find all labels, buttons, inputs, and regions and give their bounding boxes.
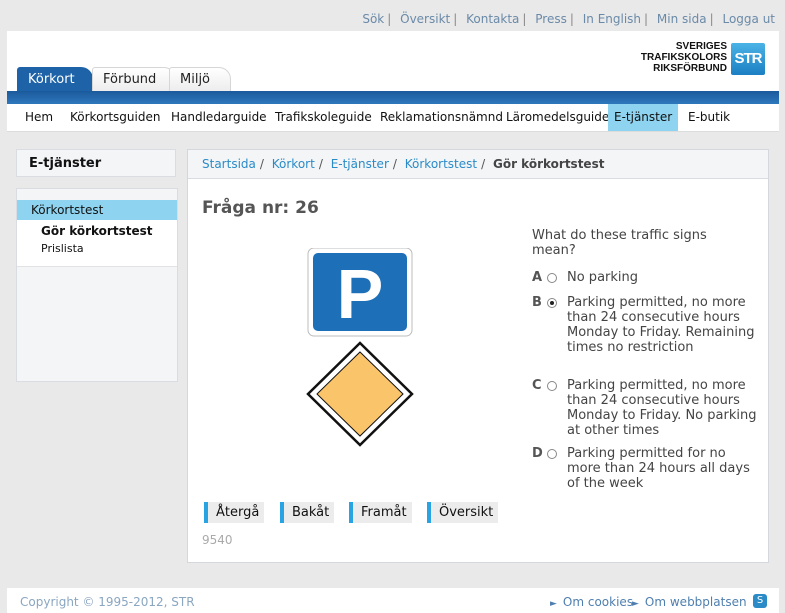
arrow-right-icon: ► [632, 599, 639, 609]
option-a-radio[interactable] [547, 273, 557, 283]
footer-link-about[interactable]: ► Om webbplatsen [632, 595, 747, 609]
tab-korkort[interactable]: Körkort [17, 67, 93, 92]
link-press[interactable]: Press [535, 12, 567, 26]
question-id: 9540 [202, 533, 233, 547]
subnav-trafikskoleguide[interactable]: Trafikskoleguide [269, 104, 378, 131]
option-d-text[interactable]: Parking permitted for no more than 24 ho… [567, 446, 762, 491]
logo-text: SVERIGES TRAFIKSKOLORS RIKSFÖRBUND [640, 41, 727, 74]
nav-bar [7, 91, 779, 104]
link-overview[interactable]: Översikt [400, 12, 450, 26]
option-a-text[interactable]: No parking [567, 270, 762, 285]
sidebar-section: Körkortstest Gör körkortstest Prislista [17, 200, 177, 267]
return-button[interactable]: Återgå [204, 502, 265, 523]
overview-button[interactable]: Översikt [427, 502, 499, 523]
subnav-korkortsguiden[interactable]: Körkortsguiden [64, 104, 166, 131]
subnav-e-tjanster[interactable]: E-tjänster [608, 104, 679, 131]
link-english[interactable]: In English [583, 12, 641, 26]
option-b-text[interactable]: Parking permitted, no more than 24 conse… [567, 295, 762, 355]
link-contact[interactable]: Kontakta [466, 12, 519, 26]
logo-badge: STR [731, 43, 765, 75]
sidebar-title: E-tjänster [16, 149, 176, 177]
sign-graphics: P [305, 247, 415, 448]
footer-link-cookies[interactable]: ► Om cookies [550, 595, 633, 609]
sidebar-menu: Körkortstest Gör körkortstest Prislista [16, 188, 178, 382]
breadcrumb-korkortstest[interactable]: Körkortstest [405, 157, 477, 171]
question-text: What do these traffic signs mean? [532, 228, 707, 258]
option-letter: B [532, 295, 542, 310]
option-letter: D [532, 446, 543, 461]
next-button[interactable]: Framåt [349, 502, 412, 523]
breadcrumb-current: Gör körkortstest [492, 157, 605, 171]
subnav-handledarguide[interactable]: Handledarguide [165, 104, 273, 131]
option-c-text[interactable]: Parking permitted, no more than 24 conse… [567, 378, 762, 438]
option-letter: C [532, 378, 542, 393]
subnav-hem[interactable]: Hem [19, 104, 59, 131]
main-panel: Startsida / Körkort / E-tjänster / Körkorts… [187, 149, 769, 563]
sign-images: P [305, 247, 416, 451]
copyright: Copyright © 1995-2012, STR [20, 595, 195, 609]
sidebar-item-gor-korkortstest[interactable]: Gör körkortstest [41, 224, 152, 238]
breadcrumb-bar: Startsida / Körkort / E-tjänster / Körkorts… [188, 150, 768, 179]
option-letter: A [532, 270, 543, 285]
site-footer: Copyright © 1995-2012, STR ► Om cookies ►… [7, 588, 779, 613]
svg-text:P: P [337, 255, 384, 333]
option-b-radio[interactable] [547, 298, 557, 308]
link-search[interactable]: Sök [362, 12, 384, 26]
link-logout[interactable]: Logga ut [722, 12, 775, 26]
parking-sign-icon: P [307, 247, 413, 337]
previous-button[interactable]: Bakåt [280, 502, 335, 523]
sidebar-item-prislista[interactable]: Prislista [41, 242, 84, 255]
breadcrumb-startsida[interactable]: Startsida [202, 157, 256, 171]
utility-links: Sök | Översikt | Kontakta | Press | In Engli… [362, 12, 775, 26]
question-title: Fråga nr: 26 [202, 198, 319, 218]
tab-miljo[interactable]: Miljö [169, 67, 231, 92]
skype-icon[interactable]: S [753, 594, 767, 608]
option-d-radio[interactable] [547, 449, 557, 459]
breadcrumb-e-tjanster[interactable]: E-tjänster [331, 157, 389, 171]
tab-forbund[interactable]: Förbund [92, 67, 176, 92]
subnav-reklamationsnamnd[interactable]: Reklamationsnämnd [374, 104, 509, 131]
site-header: SVERIGES TRAFIKSKOLORS RIKSFÖRBUND STR K… [7, 31, 779, 132]
sub-navigation: Hem Körkortsguiden Handledarguide Trafik… [7, 104, 779, 132]
subnav-e-butik[interactable]: E-butik [682, 104, 736, 131]
breadcrumb-korkort[interactable]: Körkort [272, 157, 315, 171]
subnav-laromedelsguide[interactable]: Läromedelsguide [500, 104, 615, 131]
breadcrumb: Startsida / Körkort / E-tjänster / Körkorts… [202, 157, 605, 171]
link-my-page[interactable]: Min sida [657, 12, 707, 26]
sidebar-item-korkortstest[interactable]: Körkortstest [17, 200, 177, 220]
arrow-right-icon: ► [550, 599, 557, 609]
option-c-radio[interactable] [547, 381, 557, 391]
priority-road-sign-icon [305, 340, 415, 448]
